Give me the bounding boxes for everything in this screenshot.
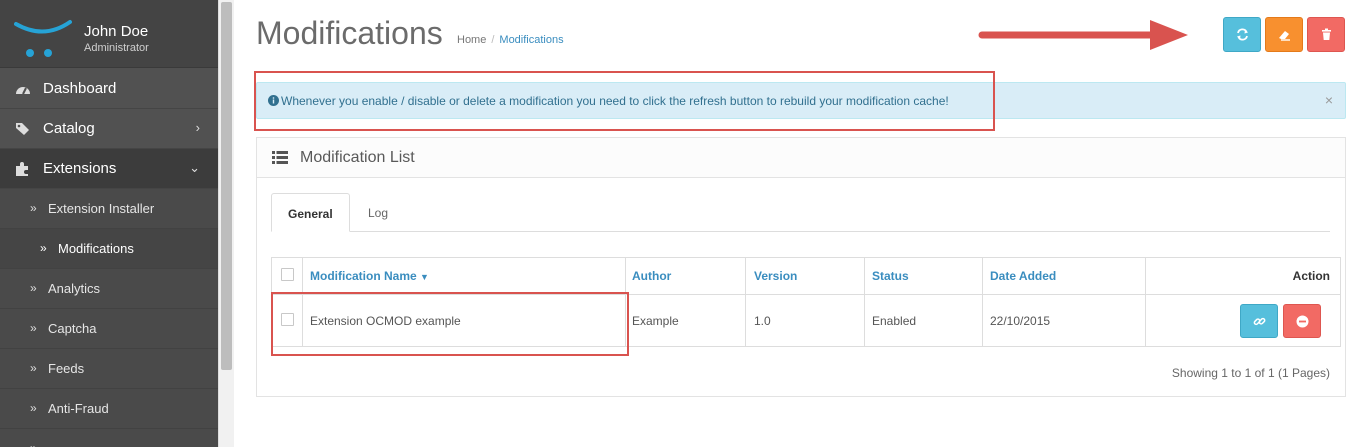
- double-chevron-right-icon: »: [30, 401, 37, 415]
- user-name: John Doe: [84, 23, 149, 40]
- sidebar-subitem-label: Anti-Fraud: [48, 401, 109, 416]
- dashboard-icon: [16, 87, 30, 95]
- sidebar: John Doe Administrator Dashboard Catalog…: [0, 0, 218, 447]
- double-chevron-right-icon: »: [30, 321, 37, 335]
- tab-general[interactable]: General: [271, 193, 350, 232]
- breadcrumb-home-link[interactable]: Home: [457, 34, 486, 46]
- sidebar-subitem-anti-fraud[interactable]: » Anti-Fraud: [0, 389, 218, 429]
- annotation-box-alert: [254, 71, 995, 131]
- sidebar-subitem-cutoff[interactable]: »: [0, 429, 218, 447]
- clear-button[interactable]: [1265, 17, 1303, 52]
- link-button[interactable]: [1240, 304, 1278, 338]
- refresh-icon: [1237, 28, 1248, 41]
- pagination-info: Showing 1 to 1 of 1 (1 Pages): [1171, 366, 1330, 380]
- cell-author: Example: [632, 314, 679, 328]
- double-chevron-right-icon: »: [30, 201, 37, 215]
- close-icon[interactable]: ×: [1325, 92, 1333, 108]
- refresh-button[interactable]: [1223, 17, 1261, 52]
- sidebar-item-label: Dashboard: [43, 80, 117, 97]
- sidebar-item-label: Extensions: [43, 160, 117, 177]
- cell-version: 1.0: [754, 314, 771, 328]
- column-divider: [745, 258, 746, 346]
- delete-button[interactable]: [1307, 17, 1345, 52]
- annotation-box-row: [271, 292, 629, 356]
- panel-title: Modification List: [300, 149, 415, 166]
- opencart-logo-icon: [14, 20, 72, 57]
- list-icon: [272, 151, 288, 164]
- breadcrumb-separator: /: [491, 34, 495, 46]
- column-header-date-added[interactable]: Date Added: [990, 269, 1056, 283]
- scrollbar-thumb[interactable]: [221, 2, 232, 370]
- user-role: Administrator: [84, 42, 149, 54]
- breadcrumb-current-link[interactable]: Modifications: [499, 34, 563, 46]
- breadcrumb: Home / Modifications: [457, 34, 564, 46]
- column-header-name[interactable]: Modification Name ▼: [310, 269, 429, 283]
- annotation-arrow: [978, 20, 1188, 50]
- sidebar-item-dashboard[interactable]: Dashboard: [0, 69, 218, 109]
- sidebar-item-extensions[interactable]: Extensions ⌄: [0, 149, 218, 189]
- column-header-version[interactable]: Version: [754, 269, 797, 283]
- chevron-down-icon: ⌄: [189, 160, 200, 175]
- minus-circle-icon: [1296, 315, 1309, 328]
- sidebar-subitem-modifications[interactable]: » Modifications: [0, 229, 218, 269]
- double-chevron-right-icon: »: [30, 361, 37, 375]
- page-title: Modifications: [256, 15, 443, 51]
- tab-log[interactable]: Log: [352, 193, 402, 232]
- select-all-checkbox[interactable]: [281, 268, 294, 281]
- cell-date-added: 22/10/2015: [990, 314, 1051, 328]
- panel-heading: Modification List: [257, 138, 1345, 178]
- sidebar-subitem-label: Extension Installer: [48, 201, 155, 216]
- disable-button[interactable]: [1283, 304, 1321, 338]
- sidebar-subitem-label: Modifications: [58, 241, 134, 256]
- chevron-right-icon: ›: [195, 120, 200, 135]
- user-profile: John Doe Administrator: [0, 0, 218, 68]
- sidebar-subitem-extension-installer[interactable]: » Extension Installer: [0, 189, 218, 229]
- eraser-icon: [1279, 31, 1290, 41]
- column-divider: [864, 258, 865, 346]
- sidebar-subitem-captcha[interactable]: » Captcha: [0, 309, 218, 349]
- cell-status: Enabled: [872, 314, 917, 328]
- sidebar-subitem-label: Captcha: [48, 321, 97, 336]
- trash-icon: [1322, 28, 1331, 40]
- column-divider: [1145, 258, 1146, 346]
- sort-caret-icon: ▼: [420, 272, 429, 282]
- sidebar-subitem-feeds[interactable]: » Feeds: [0, 349, 218, 389]
- tags-icon: [16, 123, 29, 135]
- column-header-author[interactable]: Author: [632, 269, 671, 283]
- puzzle-icon: [16, 162, 28, 176]
- tabs-divider: [271, 231, 1330, 232]
- double-chevron-right-icon: »: [30, 281, 37, 295]
- column-header-action: Action: [1292, 269, 1330, 283]
- double-chevron-right-icon: »: [30, 441, 37, 447]
- double-chevron-right-icon: »: [40, 241, 47, 255]
- sidebar-item-label: Catalog: [43, 120, 95, 137]
- link-icon: [1253, 317, 1266, 326]
- column-divider: [982, 258, 983, 346]
- tab-label: Log: [368, 206, 389, 220]
- sidebar-subitem-label: Feeds: [48, 361, 85, 376]
- sidebar-subitem-label: Analytics: [48, 281, 101, 296]
- column-header-label: Modification Name: [310, 269, 417, 283]
- tab-label: General: [288, 207, 333, 221]
- sidebar-subitem-analytics[interactable]: » Analytics: [0, 269, 218, 309]
- column-header-status[interactable]: Status: [872, 269, 909, 283]
- sidebar-item-catalog[interactable]: Catalog ›: [0, 109, 218, 149]
